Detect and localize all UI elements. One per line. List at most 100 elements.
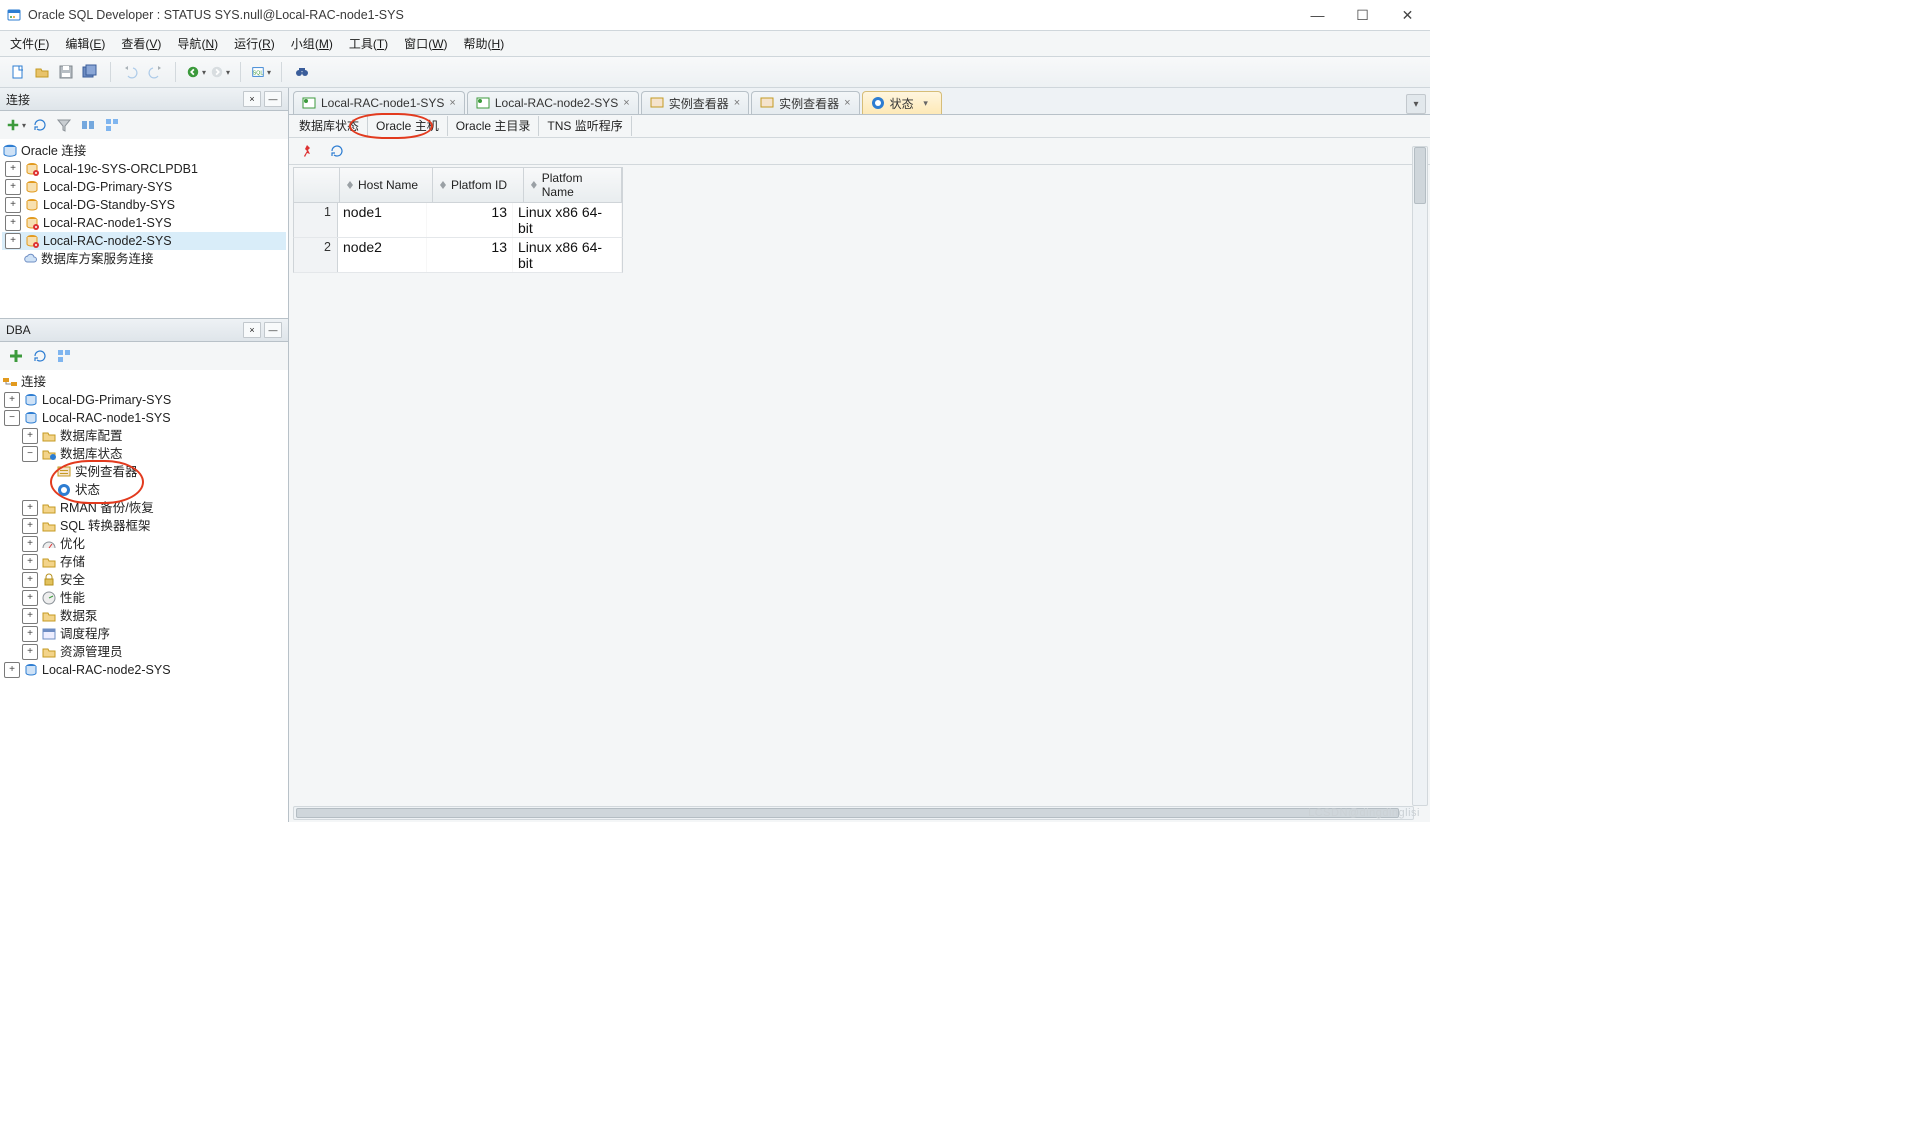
new-file-icon[interactable] — [8, 62, 28, 82]
tree-item[interactable]: 数据库状态 — [60, 446, 123, 463]
menu-file[interactable]: 文件(F) — [10, 35, 49, 52]
filter-icon[interactable] — [54, 115, 74, 135]
table-row[interactable]: 1 node1 13 Linux x86 64-bit — [293, 203, 623, 238]
window-maximize-button[interactable]: ☐ — [1340, 0, 1385, 30]
refresh-icon[interactable] — [30, 346, 50, 366]
tree-item-status[interactable]: 状态 — [75, 482, 100, 499]
expand-toggle[interactable]: + — [4, 662, 20, 678]
tab-instance-viewer-2[interactable]: 实例查看器 × — [751, 91, 859, 114]
expand-toggle[interactable]: + — [22, 626, 38, 642]
connections-tree[interactable]: Oracle 连接 +Local-19c-SYS-ORCLPDB1 +Local… — [0, 139, 288, 318]
tree-item[interactable]: 性能 — [60, 590, 85, 607]
tab-close-icon[interactable]: × — [734, 97, 740, 109]
expand-toggle[interactable]: + — [5, 215, 21, 231]
binoculars-icon[interactable] — [292, 62, 312, 82]
refresh-icon[interactable] — [327, 141, 347, 161]
expand-icon[interactable] — [54, 346, 74, 366]
tree-item[interactable]: Local-RAC-node1-SYS — [43, 215, 172, 232]
expand-toggle[interactable]: + — [22, 500, 38, 516]
pin-icon[interactable] — [297, 141, 317, 161]
expand-toggle[interactable]: + — [22, 608, 38, 624]
window-close-button[interactable]: ✕ — [1385, 0, 1430, 30]
column-header-host-name[interactable]: Host Name — [340, 168, 433, 202]
panel-close-icon[interactable]: × — [243, 322, 261, 338]
sub-tab-oracle-home[interactable]: Oracle 主目录 — [448, 116, 540, 136]
tree-item[interactable]: Local-RAC-node2-SYS — [42, 662, 171, 679]
tree-item[interactable]: 数据库配置 — [60, 428, 123, 445]
expand-toggle[interactable]: + — [22, 518, 38, 534]
menu-edit[interactable]: 编辑(E) — [65, 35, 105, 52]
tab-close-icon[interactable]: × — [844, 97, 850, 109]
tree-item[interactable]: 数据泵 — [60, 608, 98, 625]
menu-help[interactable]: 帮助(H) — [464, 35, 505, 52]
tree-item[interactable]: 实例查看器 — [75, 464, 138, 481]
tree-item[interactable]: 调度程序 — [60, 626, 110, 643]
tns-icon[interactable] — [78, 115, 98, 135]
menu-team[interactable]: 小组(M) — [291, 35, 333, 52]
redo-icon[interactable] — [145, 62, 165, 82]
sub-tab-db-status[interactable]: 数据库状态 — [291, 116, 368, 136]
tree-item[interactable]: 优化 — [60, 536, 85, 553]
sub-tab-oracle-host[interactable]: Oracle 主机 — [368, 116, 448, 136]
tab-connection-1[interactable]: Local-RAC-node1-SYS × — [293, 91, 465, 114]
dba-tree[interactable]: 连接 +Local-DG-Primary-SYS −Local-RAC-node… — [0, 370, 288, 822]
back-icon[interactable]: ▾ — [186, 62, 206, 82]
tab-close-icon[interactable]: × — [623, 97, 629, 109]
new-connection-icon[interactable]: ▾ — [6, 115, 26, 135]
expand-toggle[interactable]: + — [5, 233, 21, 249]
table-row[interactable]: 2 node2 13 Linux x86 64-bit — [293, 238, 623, 273]
menu-navigate[interactable]: 导航(N) — [177, 35, 218, 52]
expand-toggle[interactable]: + — [5, 197, 21, 213]
expand-toggle[interactable]: + — [4, 392, 20, 408]
panel-close-icon[interactable]: × — [243, 91, 261, 107]
add-icon[interactable] — [6, 346, 26, 366]
tree-item[interactable]: 资源管理员 — [60, 644, 123, 661]
menu-run[interactable]: 运行(R) — [234, 35, 275, 52]
save-all-icon[interactable] — [80, 62, 100, 82]
column-header-platform-id[interactable]: Platfom ID — [433, 168, 524, 202]
menu-window[interactable]: 窗口(W) — [404, 35, 447, 52]
tree-item[interactable]: Local-19c-SYS-ORCLPDB1 — [43, 161, 198, 178]
tree-item[interactable]: RMAN 备份/恢复 — [60, 500, 154, 517]
window-minimize-button[interactable]: — — [1295, 0, 1340, 30]
tree-item[interactable]: Local-RAC-node1-SYS — [42, 410, 171, 427]
tree-item[interactable]: 数据库方案服务连接 — [41, 251, 154, 268]
menu-tools[interactable]: 工具(T) — [349, 35, 388, 52]
expand-toggle[interactable]: + — [22, 644, 38, 660]
expand-toggle[interactable]: + — [22, 590, 38, 606]
refresh-icon[interactable] — [30, 115, 50, 135]
tab-connection-2[interactable]: Local-RAC-node2-SYS × — [467, 91, 639, 114]
vertical-scrollbar[interactable] — [1412, 146, 1428, 806]
expand-toggle[interactable]: + — [22, 428, 38, 444]
expand-toggle[interactable]: + — [22, 554, 38, 570]
tabs-overflow-icon[interactable]: ▾ — [1406, 94, 1426, 114]
collapse-toggle[interactable]: − — [22, 446, 38, 462]
tree-item[interactable]: 存储 — [60, 554, 85, 571]
tab-status-active[interactable]: 状态 ▾ — [862, 91, 942, 114]
save-icon[interactable] — [56, 62, 76, 82]
sql-worksheet-icon[interactable]: SQL▾ — [251, 62, 271, 82]
horizontal-scrollbar[interactable] — [293, 806, 1414, 820]
tab-dropdown-icon[interactable]: ▾ — [919, 96, 933, 110]
tree-item[interactable]: Local-RAC-node2-SYS — [43, 233, 172, 250]
tree-item[interactable]: SQL 转换器框架 — [60, 518, 151, 535]
column-header-platform-name[interactable]: Platfom Name — [524, 168, 622, 202]
panel-minimize-icon[interactable]: — — [264, 91, 282, 107]
panel-minimize-icon[interactable]: — — [264, 322, 282, 338]
expand-toggle[interactable]: + — [5, 179, 21, 195]
tree-item[interactable]: Local-DG-Primary-SYS — [43, 179, 172, 196]
tree-item[interactable]: 安全 — [60, 572, 85, 589]
collapse-toggle[interactable]: − — [4, 410, 20, 426]
tree-item[interactable]: Local-DG-Standby-SYS — [43, 197, 175, 214]
expand-toggle[interactable]: + — [22, 536, 38, 552]
tab-close-icon[interactable]: × — [449, 97, 455, 109]
tab-instance-viewer-1[interactable]: 实例查看器 × — [641, 91, 749, 114]
expand-toggle[interactable]: + — [5, 161, 21, 177]
expand-toggle[interactable]: + — [22, 572, 38, 588]
sub-tab-tns-listener[interactable]: TNS 监听程序 — [539, 116, 631, 136]
menu-view[interactable]: 查看(V) — [121, 35, 161, 52]
forward-icon[interactable]: ▾ — [210, 62, 230, 82]
tree-item[interactable]: Local-DG-Primary-SYS — [42, 392, 171, 409]
expand-icon[interactable] — [102, 115, 122, 135]
undo-icon[interactable] — [121, 62, 141, 82]
